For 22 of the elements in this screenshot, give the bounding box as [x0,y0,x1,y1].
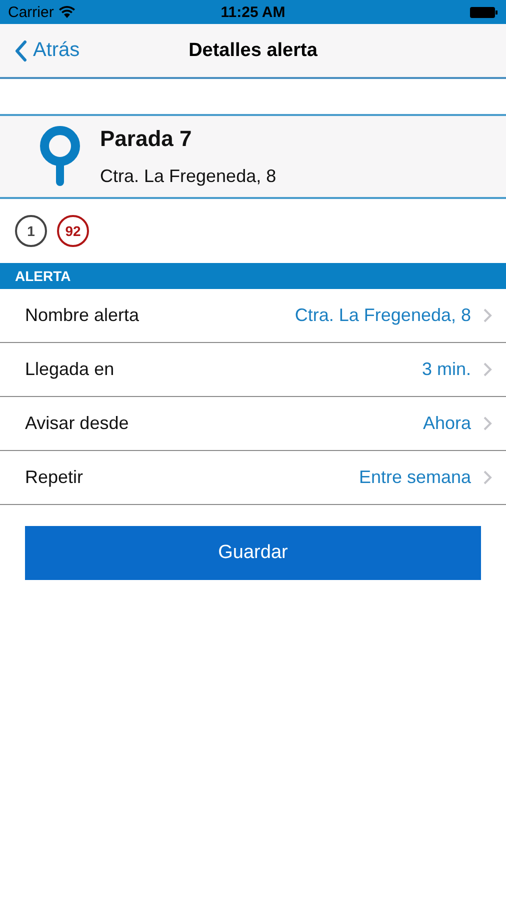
stop-marker-icon [38,126,82,188]
carrier-label: Carrier [8,4,54,20]
line-badge: 92 [57,215,89,247]
stop-name: Parada 7 [100,126,193,152]
back-chevron-icon [15,40,27,62]
chevron-icon [483,308,492,323]
status-time: 11:25 AM [220,4,286,20]
chevron-icon [483,362,492,377]
stop-address: Ctra. La Fregeneda, 8 [100,166,276,187]
chevron-icon [483,470,492,485]
chevron-icon [483,416,492,431]
line-badge: 1 [15,215,47,247]
settings-row[interactable]: Repetir Entre semana [0,451,506,505]
save-button[interactable]: Guardar [25,526,481,580]
settings-row[interactable]: Llegada en 3 min. [0,343,506,397]
settings-row[interactable]: Nombre alerta Ctra. La Fregeneda, 8 [0,289,506,343]
settings-row[interactable]: Avisar desde Ahora [0,397,506,451]
screen-title: Detalles alerta [188,40,318,62]
back-button[interactable]: Atrás [0,39,80,62]
battery-icon [470,6,498,18]
wifi-icon [58,6,75,18]
section-title: ALERTA [15,268,71,284]
